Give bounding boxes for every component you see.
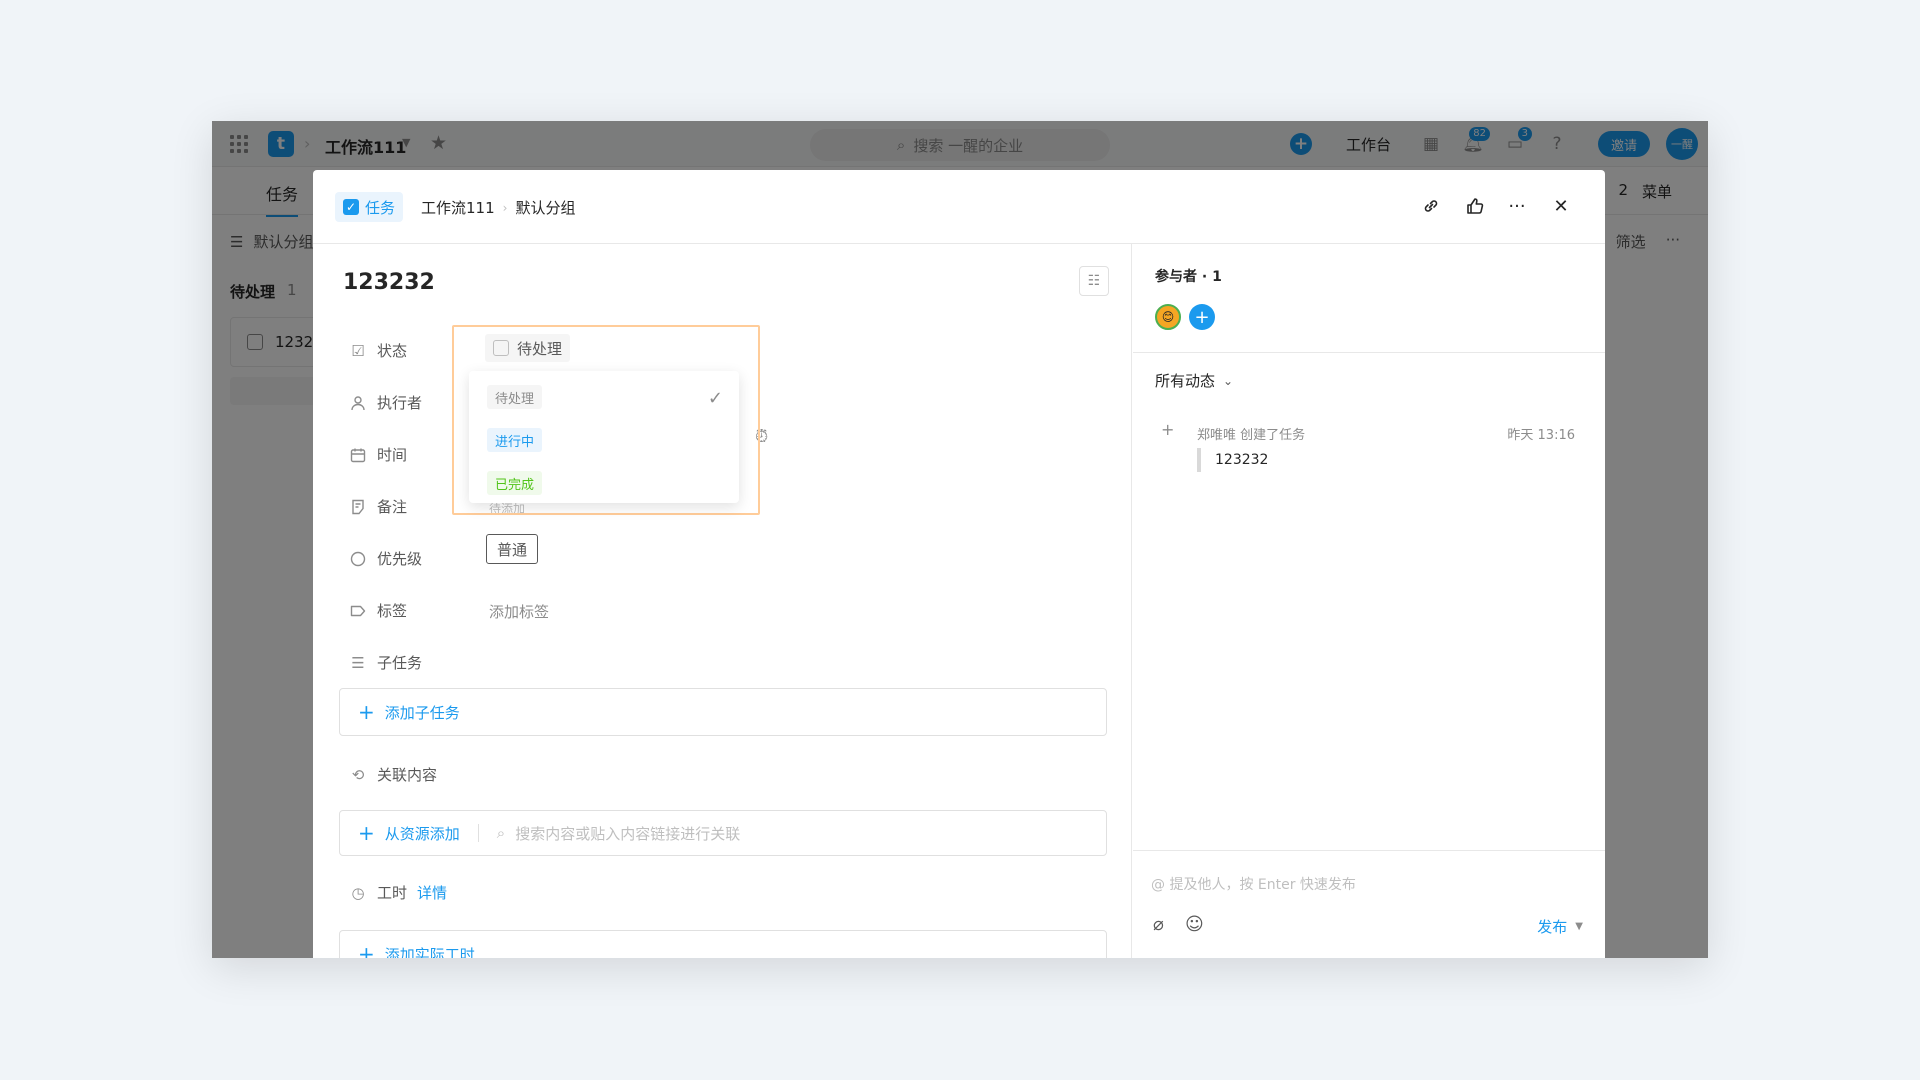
field-assignee: 执行者 (349, 392, 422, 413)
comment-input[interactable]: @ 提及他人，按 Enter 快速发布 (1151, 874, 1356, 894)
participants-title: 参与者 · 1 (1155, 269, 1222, 285)
field-status: ☑ 状态 (349, 340, 407, 361)
caret-down-icon[interactable]: ▼ (1575, 921, 1583, 932)
add-actual-worktime-label: 添加实际工时 (384, 945, 475, 959)
divider (1133, 850, 1605, 851)
related-search-placeholder: 搜索内容或贴入内容链接进行关联 (515, 824, 741, 843)
chevron-down-icon: ⌄ (1223, 373, 1234, 388)
divider (1133, 352, 1605, 353)
list-icon: ☰ (351, 653, 365, 672)
attachment-icon[interactable]: ⌀ (1153, 914, 1164, 935)
status-select[interactable]: 待处理 (485, 334, 571, 362)
related-content-box: + 从资源添加 ⌕ 搜索内容或贴入内容链接进行关联 (339, 810, 1107, 856)
worktime-detail-link[interactable]: 详情 (417, 882, 447, 903)
tag-icon (349, 602, 367, 620)
task-title[interactable]: 123232 (343, 270, 435, 295)
related-link-icon: ⟲ (351, 765, 365, 784)
publish-label: 发布 (1537, 918, 1568, 936)
chevron-right-icon: › (502, 200, 508, 215)
add-subtask-label: 添加子任务 (384, 703, 460, 722)
breadcrumb-group[interactable]: 默认分组 (515, 197, 575, 218)
add-from-resource-button[interactable]: 从资源添加 (385, 823, 460, 844)
plus-icon: + (358, 700, 375, 724)
add-actual-worktime-button[interactable]: + 添加实际工时 (339, 930, 1107, 958)
add-subtask-button[interactable]: + 添加子任务 (339, 688, 1107, 736)
circle-icon (349, 550, 367, 568)
search-icon: ⌕ (496, 824, 506, 842)
like-icon[interactable] (1463, 194, 1487, 218)
status-option-in-progress[interactable]: 进行中 (487, 428, 543, 452)
task-side-panel: 参与者 · 1 😊 + 所有动态 ⌄ + 郑唯唯 创建了任务 昨天 13:16 … (1133, 244, 1605, 958)
timer-icon: ◷ (351, 883, 365, 902)
add-participant-button[interactable]: + (1189, 304, 1215, 330)
task-type-chip[interactable]: ✓ 任务 (335, 192, 404, 222)
field-priority: 优先级 (349, 548, 422, 569)
field-subtasks-label: 子任务 (377, 654, 423, 672)
field-priority-label: 优先级 (377, 550, 423, 568)
field-time: 时间 (349, 444, 407, 465)
calendar-icon (349, 446, 367, 464)
user-icon (349, 394, 367, 412)
field-tags-label: 标签 (377, 602, 408, 620)
add-tag-button[interactable]: 添加标签 (489, 601, 549, 622)
field-time-label: 时间 (377, 446, 408, 464)
status-value: 待处理 (517, 339, 563, 358)
more-icon[interactable]: ··· (1505, 194, 1529, 218)
status-checkbox-icon: ☑ (351, 341, 365, 360)
publish-button[interactable]: 发布 ▼ (1537, 916, 1583, 937)
field-tags: 标签 (349, 600, 407, 621)
close-icon[interactable]: ✕ (1549, 194, 1573, 218)
field-note-label: 备注 (377, 498, 408, 516)
activity-filter-label: 所有动态 (1155, 372, 1216, 390)
link-icon[interactable] (1419, 194, 1443, 218)
task-detail-modal: ✓ 任务 工作流111 › 默认分组 ··· ✕ 123232 ☷ ☑ 状态 执… (313, 170, 1605, 958)
field-note: 备注 (349, 496, 407, 517)
activity-time: 昨天 13:16 (1507, 428, 1575, 443)
priority-chip[interactable]: 普通 (486, 534, 539, 564)
field-worktime-label: 工时 (377, 884, 408, 902)
emoji-icon[interactable]: ☺ (1185, 914, 1204, 935)
field-related-label: 关联内容 (377, 766, 438, 784)
note-icon (349, 498, 367, 516)
plus-icon: + (1161, 420, 1175, 439)
field-status-label: 状态 (377, 342, 408, 360)
task-main-panel: 123232 ☷ ☑ 状态 执行者 时间 备注 优先级 标签 ☰ 子任务 待添加… (313, 244, 1132, 958)
status-option-done[interactable]: 已完成 (487, 471, 543, 495)
related-search-input[interactable]: ⌕ 搜索内容或贴入内容链接进行关联 (497, 823, 740, 844)
status-checkbox (493, 340, 509, 356)
field-subtasks: ☰ 子任务 (349, 652, 422, 673)
status-option-todo[interactable]: 待处理 (487, 385, 543, 409)
activity-quote: 123232 (1197, 448, 1268, 472)
activity-text: 郑唯唯 创建了任务 (1197, 428, 1306, 443)
layout-toggle-icon[interactable]: ☷ (1079, 266, 1109, 296)
breadcrumb: 工作流111 › 默认分组 (421, 197, 575, 218)
status-dropdown: 待处理 ✓ 进行中 已完成 (469, 371, 739, 503)
field-worktime: ◷ 工时 详情 (349, 882, 447, 903)
field-assignee-label: 执行者 (377, 394, 423, 412)
plus-icon: + (358, 821, 375, 845)
participant-avatar[interactable]: 😊 (1155, 304, 1181, 330)
plus-icon: + (358, 942, 375, 958)
modal-header: ✓ 任务 工作流111 › 默认分组 ··· ✕ (313, 170, 1605, 244)
activity-filter[interactable]: 所有动态 ⌄ (1155, 370, 1233, 391)
checkbox-checked-icon: ✓ (343, 199, 359, 215)
task-type-label: 任务 (365, 198, 396, 217)
check-icon: ✓ (707, 388, 723, 409)
breadcrumb-project[interactable]: 工作流111 (421, 197, 495, 218)
field-related: ⟲ 关联内容 (349, 764, 437, 785)
divider (477, 824, 479, 842)
